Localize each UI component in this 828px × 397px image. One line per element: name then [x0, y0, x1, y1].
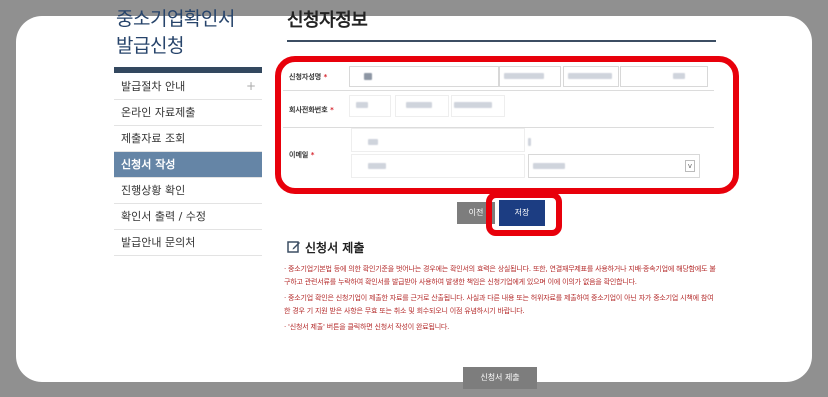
sidebar-item-progress[interactable]: 진행상황 확인 [114, 178, 262, 204]
sidebar-menu: 발급절차 안내 + 온라인 자료제출 제출자료 조회 신청서 작성 진행상황 확… [114, 74, 262, 256]
sidebar-item-label: 발급안내 문의처 [121, 236, 196, 249]
sidebar-title: 중소기업확인서 발급신청 [116, 8, 235, 57]
notice-list: · 중소기업기본법 등에 의한 확인기준을 벗어나는 경우에는 확인서의 효력은… [284, 263, 716, 337]
section-title: 신청서 제출 [287, 239, 364, 256]
plus-icon[interactable]: + [246, 74, 256, 99]
sidebar-item-submitted-lookup[interactable]: 제출자료 조회 [114, 126, 262, 152]
submit-application-button[interactable]: 신청서 제출 [463, 367, 537, 389]
sidebar-item-procedure[interactable]: 발급절차 안내 + [114, 74, 262, 100]
sidebar-item-label: 제출자료 조회 [121, 132, 186, 145]
highlight-form-frame [275, 56, 739, 194]
edit-icon [287, 241, 300, 253]
sidebar-item-label: 신청서 작성 [121, 158, 176, 171]
notice-item: · 중소기업기본법 등에 의한 확인기준을 벗어나는 경우에는 확인서의 효력은… [284, 265, 716, 286]
sidebar-item-label: 확인서 출력 / 수정 [121, 210, 207, 223]
sidebar-divider [114, 67, 262, 73]
page-title: 신청자정보 [287, 10, 368, 31]
sidebar-item-print-edit[interactable]: 확인서 출력 / 수정 [114, 204, 262, 230]
notice-item: · '신청서 제출' 버튼을 클릭하면 신청서 작성이 완료됩니다. [284, 323, 450, 331]
sidebar-item-contact[interactable]: 발급안내 문의처 [114, 230, 262, 256]
highlight-save-frame [486, 192, 562, 236]
notice-item: · 중소기업 확인은 신청기업이 제출한 자료를 근거로 산출됩니다. 사실과 … [284, 294, 714, 315]
title-underline [287, 40, 716, 42]
sidebar-item-label: 발급절차 안내 [121, 80, 186, 93]
sidebar-item-label: 온라인 자료제출 [121, 106, 196, 119]
sidebar-item-application[interactable]: 신청서 작성 [114, 152, 262, 178]
sidebar-item-label: 진행상황 확인 [121, 184, 186, 197]
sidebar-item-online-submit[interactable]: 온라인 자료제출 [114, 100, 262, 126]
